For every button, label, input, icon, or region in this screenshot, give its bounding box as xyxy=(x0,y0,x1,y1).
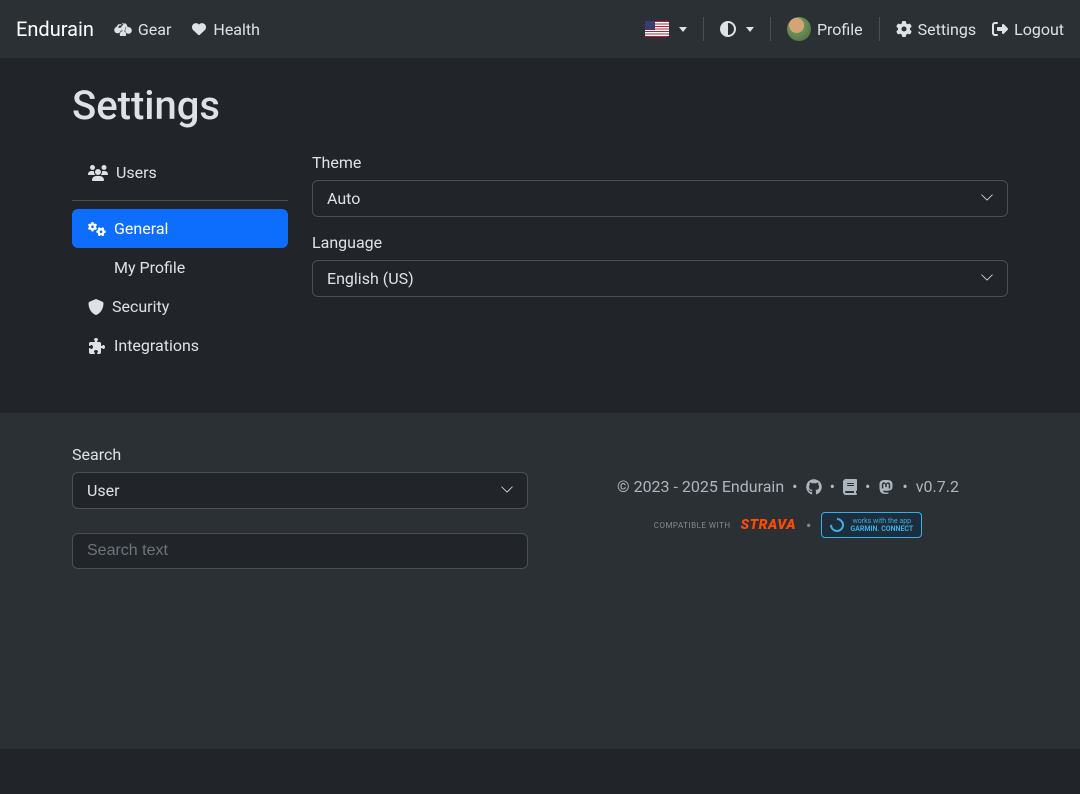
us-flag-icon xyxy=(645,21,669,37)
version-text: v0.7.2 xyxy=(916,477,959,496)
theme-label: Theme xyxy=(312,153,1008,172)
sidebar-label: Security xyxy=(112,297,169,316)
language-label: Language xyxy=(312,233,1008,252)
navbar-left: Endurain Gear Health xyxy=(16,17,260,41)
logout-icon xyxy=(992,21,1008,37)
sidebar-label: Users xyxy=(116,163,157,182)
sidebar-item-users[interactable]: Users xyxy=(72,153,288,192)
gear-label: Gear xyxy=(138,20,172,39)
footer: Search User © 2023 - 2025 Endurain • • •… xyxy=(0,413,1080,749)
users-icon xyxy=(88,165,108,181)
puzzle-icon xyxy=(88,338,106,354)
health-link[interactable]: Health xyxy=(191,20,260,39)
copyright-text: © 2023 - 2025 Endurain xyxy=(617,477,784,496)
caret-down-icon xyxy=(679,27,687,32)
footer-badges: COMPATIBLE WITH STRAVA • works with the … xyxy=(568,512,1008,538)
language-select-wrapper: English (US) xyxy=(312,260,1008,297)
gear-icon xyxy=(896,21,912,37)
sidebar-item-security[interactable]: Security xyxy=(72,287,288,326)
sidebar-label: General xyxy=(114,219,168,238)
gear-link[interactable]: Gear xyxy=(114,20,172,39)
profile-label: Profile xyxy=(817,20,863,39)
garmin-icon xyxy=(827,515,847,535)
sidebar-label: Integrations xyxy=(114,336,199,355)
theme-dropdown[interactable] xyxy=(720,21,754,37)
garmin-badge: works with the app GARMIN. CONNECT xyxy=(821,512,922,538)
garmin-top-text: works with the app xyxy=(850,517,913,525)
avatar xyxy=(787,17,811,41)
navbar-right: Profile Settings Logout xyxy=(645,17,1064,41)
main-container: Settings Users General My Profi xyxy=(0,58,1080,389)
bicycle-icon xyxy=(114,22,132,36)
logout-link[interactable]: Logout xyxy=(992,20,1064,39)
sidebar-item-general[interactable]: General xyxy=(72,209,288,248)
footer-right: © 2023 - 2025 Endurain • • • • v0.7.2 CO… xyxy=(568,445,1008,569)
sidebar-divider xyxy=(72,200,288,201)
github-icon[interactable] xyxy=(806,479,822,495)
gears-icon xyxy=(88,221,106,237)
half-circle-icon xyxy=(720,21,736,37)
settings-sidebar: Users General My Profile Security xyxy=(72,153,288,365)
compatible-text: COMPATIBLE WITH xyxy=(654,521,731,530)
settings-row: Users General My Profile Security xyxy=(72,153,1008,365)
heart-icon xyxy=(191,22,207,36)
navbar: Endurain Gear Health Pro xyxy=(0,0,1080,58)
logout-label: Logout xyxy=(1014,20,1064,39)
footer-text: © 2023 - 2025 Endurain • • • • v0.7.2 xyxy=(568,477,1008,496)
strava-badge: STRAVA xyxy=(741,517,796,533)
profile-link[interactable]: Profile xyxy=(787,17,863,41)
divider xyxy=(770,17,771,41)
theme-select[interactable]: Auto xyxy=(312,180,1008,217)
settings-link[interactable]: Settings xyxy=(896,20,976,39)
garmin-bottom-text: GARMIN. CONNECT xyxy=(850,525,913,533)
docs-icon[interactable] xyxy=(843,479,857,495)
settings-content: Theme Auto Language English (US) xyxy=(312,153,1008,365)
mastodon-icon[interactable] xyxy=(878,479,894,495)
settings-label: Settings xyxy=(918,20,976,39)
caret-down-icon xyxy=(746,27,754,32)
language-select[interactable]: English (US) xyxy=(312,260,1008,297)
search-label: Search xyxy=(72,445,528,464)
id-card-icon xyxy=(88,260,106,276)
shield-icon xyxy=(88,299,104,315)
page-title: Settings xyxy=(72,82,1008,129)
divider xyxy=(879,17,880,41)
search-type-select[interactable]: User xyxy=(72,472,528,509)
language-dropdown[interactable] xyxy=(645,21,687,37)
health-label: Health xyxy=(213,20,260,39)
sidebar-label: My Profile xyxy=(114,258,185,277)
divider xyxy=(703,17,704,41)
theme-select-wrapper: Auto xyxy=(312,180,1008,217)
search-type-wrapper: User xyxy=(72,472,528,509)
sidebar-item-profile[interactable]: My Profile xyxy=(72,248,288,287)
brand-link[interactable]: Endurain xyxy=(16,17,94,41)
search-input[interactable] xyxy=(72,533,528,569)
sidebar-item-integrations[interactable]: Integrations xyxy=(72,326,288,365)
footer-left: Search User xyxy=(72,445,528,569)
